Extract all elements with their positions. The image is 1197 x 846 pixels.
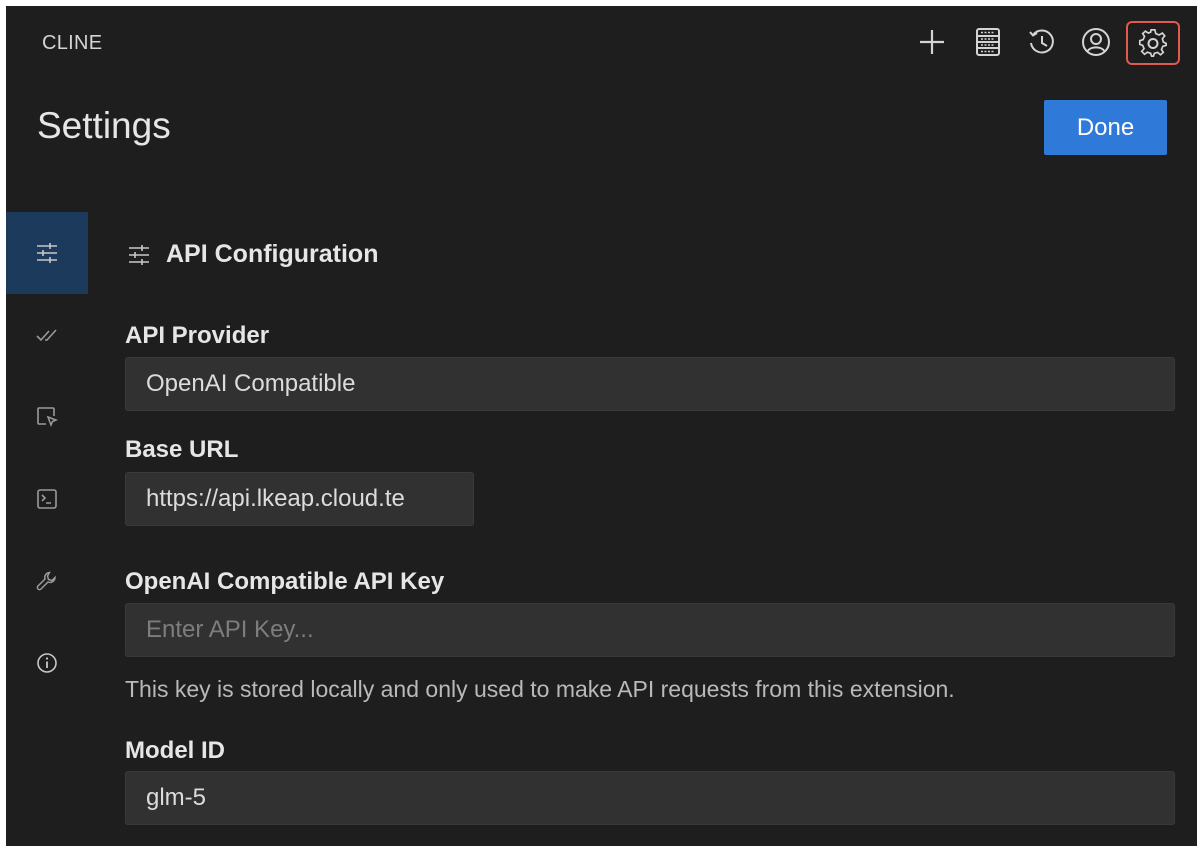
sliders-icon xyxy=(129,244,149,265)
top-bar: CLINE xyxy=(6,6,1197,78)
sidebar-item-debug[interactable] xyxy=(6,540,88,622)
api-key-hint: This key is stored locally and only used… xyxy=(125,676,955,702)
wrench-icon xyxy=(36,571,56,591)
sidebar-item-features[interactable] xyxy=(6,294,88,376)
history-icon[interactable] xyxy=(1024,24,1060,60)
terminal-icon xyxy=(37,489,57,509)
api-key-label: OpenAI Compatible API Key xyxy=(125,568,445,595)
settings-sidebar xyxy=(6,212,88,846)
sidebar-item-about[interactable] xyxy=(6,622,88,704)
model-id-input[interactable] xyxy=(125,771,1175,825)
base-url-input[interactable] xyxy=(125,472,474,526)
app-title: CLINE xyxy=(42,32,103,54)
api-key-input[interactable] xyxy=(125,603,1175,657)
sliders-icon xyxy=(37,243,57,263)
sidebar-item-browser[interactable] xyxy=(6,376,88,458)
plus-icon[interactable] xyxy=(914,24,950,60)
api-provider-label: API Provider xyxy=(125,322,270,349)
gear-icon[interactable] xyxy=(1126,21,1180,65)
base-url-label: Base URL xyxy=(125,436,239,463)
section-header: API Configuration xyxy=(126,240,378,269)
done-button[interactable]: Done xyxy=(1044,100,1167,155)
api-provider-select[interactable]: OpenAI Compatible xyxy=(125,357,1175,411)
sidebar-item-terminal[interactable] xyxy=(6,458,88,540)
model-id-label: Model ID xyxy=(125,737,225,764)
check-double-icon xyxy=(36,329,57,342)
server-icon[interactable] xyxy=(970,24,1006,60)
sidebar-item-api-configuration[interactable] xyxy=(6,212,88,294)
settings-panel: CLINE Settings Done API Configuration AP… xyxy=(6,6,1197,846)
api-provider-value: OpenAI Compatible xyxy=(146,370,356,397)
browser-cursor-icon xyxy=(37,407,59,428)
page-title: Settings xyxy=(37,105,171,146)
section-title: API Configuration xyxy=(166,240,379,268)
account-icon[interactable] xyxy=(1078,24,1114,60)
info-icon xyxy=(37,653,57,673)
